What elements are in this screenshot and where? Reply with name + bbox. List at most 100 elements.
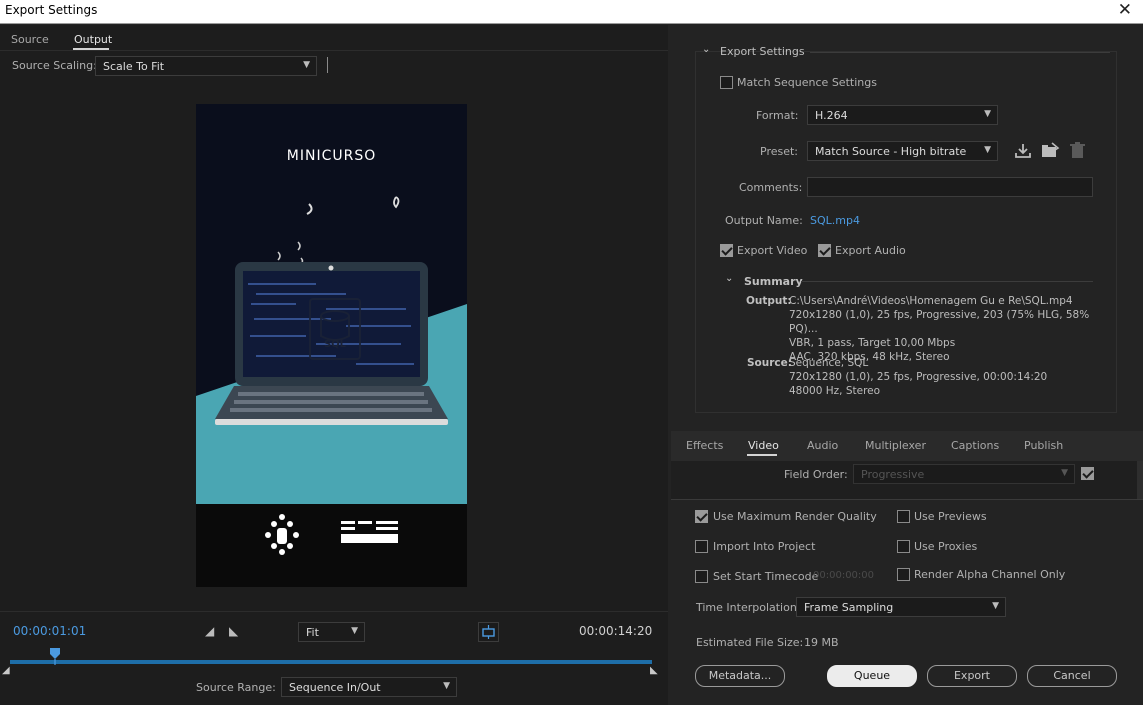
match-sequence-label: Match Sequence Settings [737, 76, 877, 89]
preview-panel: Source Output Source Scaling: Scale To F… [0, 25, 668, 705]
use-proxies-checkbox[interactable] [897, 540, 910, 553]
format-dropdown[interactable]: H.264 ▼ [807, 105, 998, 125]
divider [0, 611, 668, 612]
summary-source-line: 720x1280 (1,0), 25 fps, Progressive, 00:… [789, 371, 1048, 383]
field-order-value: Progressive [861, 468, 925, 481]
summary-source-line: Sequence, SQL [789, 357, 869, 369]
end-timecode: 00:00:14:20 [579, 624, 653, 638]
chevron-down-icon[interactable]: ⌄ [725, 273, 733, 284]
use-previews-checkbox[interactable] [897, 510, 910, 523]
out-point-icon[interactable]: ◣ [650, 665, 658, 676]
source-scaling-label: Source Scaling: [12, 59, 97, 72]
tab-effects[interactable]: Effects [686, 439, 723, 452]
source-range-label: Source Range: [196, 681, 276, 694]
export-video-label: Export Video [737, 244, 808, 257]
max-render-label: Use Maximum Render Quality [713, 510, 877, 523]
chevron-down-icon: ▼ [351, 626, 358, 636]
mark-in-icon[interactable]: ◢ [205, 624, 214, 638]
summary-output-line: VBR, 1 pass, Target 10,00 Mbps [789, 337, 956, 349]
tab-captions[interactable]: Captions [951, 439, 999, 452]
chevron-down-icon: ▼ [992, 601, 999, 611]
time-interp-value: Frame Sampling [804, 601, 894, 614]
comments-label: Comments: [739, 181, 803, 194]
import-preset-icon[interactable] [1041, 142, 1060, 159]
video-preview: MINICURSO SQL [196, 104, 467, 587]
tab-audio[interactable]: Audio [807, 439, 838, 452]
output-name-label: Output Name: [725, 214, 803, 227]
source-range-value: Sequence In/Out [289, 681, 381, 694]
preset-dropdown[interactable]: Match Source - High bitrate ▼ [807, 141, 998, 161]
mark-out-icon[interactable]: ◣ [229, 624, 238, 638]
match-sequence-checkbox[interactable] [720, 76, 733, 89]
in-point-icon[interactable]: ◢ [2, 665, 10, 676]
close-icon[interactable]: ✕ [1118, 0, 1132, 20]
delete-preset-icon[interactable] [1070, 142, 1085, 159]
save-preset-icon[interactable] [1014, 142, 1032, 159]
export-settings-title: Export Settings [720, 45, 805, 58]
import-project-checkbox[interactable] [695, 540, 708, 553]
tab-video-underline [747, 454, 777, 456]
start-timecode-label: Set Start Timecode [713, 570, 819, 583]
summary-title: Summary [744, 275, 803, 288]
time-interp-dropdown[interactable]: Frame Sampling ▼ [796, 597, 1006, 617]
export-video-checkbox[interactable] [720, 244, 733, 257]
render-alpha-label: Render Alpha Channel Only [914, 568, 1066, 581]
chevron-down-icon: ▼ [443, 681, 450, 691]
zoom-fit-dropdown[interactable]: Fit ▼ [298, 622, 365, 642]
chevron-down-icon: ▼ [984, 109, 991, 119]
text-cursor [327, 57, 328, 73]
summary-source-block: Sequence, SQL 720x1280 (1,0), 25 fps, Pr… [789, 356, 1099, 398]
queue-button[interactable]: Queue [827, 665, 917, 687]
source-range-dropdown[interactable]: Sequence In/Out ▼ [281, 677, 457, 697]
field-order-checkbox[interactable] [1081, 467, 1094, 480]
preset-value: Match Source - High bitrate [815, 145, 967, 158]
chevron-down-icon: ▼ [984, 145, 991, 155]
divider [0, 50, 668, 51]
tab-video[interactable]: Video [748, 439, 779, 452]
file-size-label: Estimated File Size: [696, 636, 804, 649]
format-value: H.264 [815, 109, 848, 122]
output-name-link[interactable]: SQL.mp4 [810, 214, 860, 227]
summary-source-line: 48000 Hz, Stereo [789, 385, 881, 397]
tab-output[interactable]: Output [74, 33, 112, 46]
preview-brand-text: MINICURSO [286, 148, 377, 164]
source-scaling-dropdown[interactable]: Scale To Fit ▼ [95, 56, 317, 76]
chevron-down-icon[interactable]: ⌄ [702, 44, 710, 55]
summary-output-label: Output: [746, 295, 792, 307]
comments-input[interactable] [807, 177, 1093, 197]
start-timecode-value[interactable]: 00:00:00:00 [813, 570, 874, 581]
timeline-bar[interactable] [10, 660, 652, 664]
render-alpha-checkbox[interactable] [897, 568, 910, 581]
format-label: Format: [756, 109, 799, 122]
field-order-dropdown[interactable]: Progressive ▼ [853, 464, 1075, 484]
summary-output-block: C:\Users\André\Videos\Homenagem Gu e Re\… [789, 294, 1099, 364]
summary-output-line: C:\Users\André\Videos\Homenagem Gu e Re\… [789, 295, 1073, 307]
preview-brand-sub: SQL [323, 339, 347, 350]
export-button[interactable]: Export [927, 665, 1017, 687]
scrollbar[interactable] [1137, 461, 1143, 499]
use-proxies-label: Use Proxies [914, 540, 978, 553]
summary-source-label: Source: [747, 357, 792, 369]
window-title: Export Settings [5, 3, 98, 17]
file-size-value: 19 MB [804, 636, 839, 649]
source-scaling-value: Scale To Fit [103, 60, 165, 73]
time-interp-label: Time Interpolation: [696, 601, 801, 614]
import-project-label: Import Into Project [713, 540, 816, 553]
start-timecode-checkbox[interactable] [695, 570, 708, 583]
aspect-icon [482, 625, 495, 639]
preset-label: Preset: [760, 145, 799, 158]
chevron-down-icon: ▼ [303, 60, 310, 70]
tab-source[interactable]: Source [11, 33, 49, 46]
metadata-button[interactable]: Metadata... [695, 665, 785, 687]
current-timecode[interactable]: 00:00:01:01 [13, 624, 86, 638]
divider [810, 52, 1110, 53]
max-render-checkbox[interactable] [695, 510, 708, 523]
playhead[interactable] [49, 647, 61, 668]
aspect-toggle-button[interactable] [478, 622, 499, 642]
chevron-down-icon: ▼ [1061, 468, 1068, 478]
export-audio-label: Export Audio [835, 244, 906, 257]
cancel-button[interactable]: Cancel [1027, 665, 1117, 687]
tab-publish[interactable]: Publish [1024, 439, 1063, 452]
tab-multiplexer[interactable]: Multiplexer [865, 439, 926, 452]
export-audio-checkbox[interactable] [818, 244, 831, 257]
